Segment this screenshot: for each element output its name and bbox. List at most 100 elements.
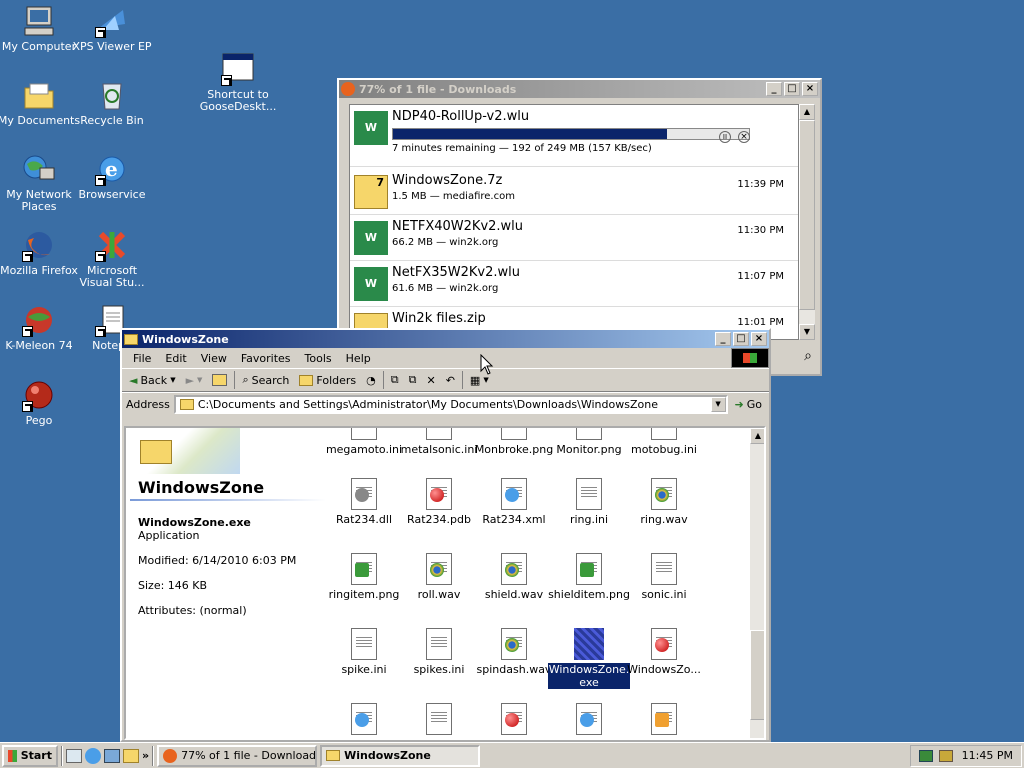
quick-launch-outlook[interactable] [104, 748, 120, 763]
desktop-icon-recycle-bin[interactable]: Recycle Bin [73, 78, 151, 127]
download-item[interactable]: 7 WindowsZone.7z 1.5 MB — mediafire.com 1… [350, 169, 798, 215]
file-item[interactable]: Monbroke.png [475, 428, 553, 456]
delete-button[interactable]: ✕ [423, 374, 438, 387]
menu-help[interactable]: Help [339, 352, 378, 365]
file-item[interactable] [401, 703, 477, 738]
download-item[interactable]: W NETFX40W2Kv2.wlu 66.2 MB — win2k.org 11… [350, 215, 798, 261]
move-to-button[interactable]: ⧉ [388, 373, 402, 387]
file-item[interactable]: roll.wav [401, 553, 477, 601]
file-item[interactable]: spikes.ini [401, 628, 477, 676]
menu-edit[interactable]: Edit [158, 352, 193, 365]
pause-button[interactable]: II [719, 131, 731, 143]
desktop-icon-browservice[interactable]: e Browservice [73, 152, 151, 201]
file-item[interactable]: metalsonic.ini [401, 428, 477, 456]
file-item[interactable]: ring.wav [626, 478, 702, 526]
go-button[interactable]: ➜ Go [732, 398, 765, 411]
pdb-file-icon [499, 703, 529, 735]
file-item[interactable]: shield.wav [476, 553, 552, 601]
tray-network-icon[interactable] [919, 749, 933, 762]
desktop-icon-pego[interactable]: Pego [0, 378, 78, 427]
file-item[interactable]: motobug.ini [626, 428, 702, 456]
file-item[interactable] [626, 703, 702, 738]
quick-launch-search[interactable] [123, 748, 139, 763]
close-button[interactable]: × [802, 82, 818, 96]
desktop-icon-xps-viewer[interactable]: XPS Viewer EP [72, 4, 152, 53]
search-icon[interactable]: ⌕ [804, 348, 812, 364]
desktop-icon-my-documents[interactable]: My Documents [0, 78, 80, 127]
file-item[interactable]: ring.ini [551, 478, 627, 526]
quick-launch-show-desktop[interactable] [66, 748, 82, 763]
forward-button[interactable]: ► ▼ [183, 374, 206, 387]
xps-viewer-icon [95, 4, 129, 38]
file-item[interactable]: Rat234.dll [326, 478, 402, 526]
menu-favorites[interactable]: Favorites [234, 352, 298, 365]
panel-folder-name: WindowsZone [138, 478, 265, 497]
file-item[interactable]: Rat234.pdb [401, 478, 477, 526]
dropdown-arrow-icon: ▼ [170, 376, 176, 384]
back-button[interactable]: ◄ Back ▼ [126, 374, 179, 387]
download-progress-bar [392, 128, 750, 140]
maximize-button[interactable]: □ [733, 332, 749, 346]
desktop-icon-firefox[interactable]: Mozilla Firefox [0, 228, 78, 277]
file-item[interactable]: spike.ini [326, 628, 402, 676]
quick-launch-ie[interactable] [85, 747, 101, 764]
menu-file[interactable]: File [126, 352, 158, 365]
up-folder-button[interactable] [209, 374, 230, 386]
scroll-up-button[interactable]: ▲ [750, 428, 764, 444]
download-item[interactable]: W NetFX35W2Kv2.wlu 61.6 MB — win2k.org 11… [350, 261, 798, 307]
scroll-up-button[interactable]: ▲ [799, 104, 815, 120]
copy-to-button[interactable]: ⧉ [406, 373, 420, 387]
menu-tools[interactable]: Tools [298, 352, 339, 365]
download-item-active[interactable]: W NDP40-RollUp-v2.wlu 7 minutes remainin… [350, 105, 798, 167]
file-item[interactable]: megamoto.ini [325, 428, 403, 456]
panel-modified: Modified: 6/14/2010 6:03 PM [138, 554, 297, 567]
start-button[interactable]: Start [2, 744, 58, 767]
taskbar-button-downloads[interactable]: 77% of 1 file - Downloads [157, 744, 318, 767]
move-to-icon: ⧉ [390, 373, 399, 386]
address-dropdown-button[interactable]: ▼ [710, 397, 726, 412]
taskbar-button-windowszone[interactable]: WindowsZone [320, 744, 481, 767]
close-button[interactable]: × [751, 332, 767, 346]
file-item[interactable]: spindash.wav [476, 628, 552, 676]
file-item[interactable] [476, 703, 552, 738]
explorer-titlebar[interactable]: WindowsZone _ □ × [122, 330, 769, 348]
scroll-down-button[interactable]: ▼ [799, 324, 815, 340]
file-item[interactable] [551, 703, 627, 738]
maximize-button[interactable]: □ [784, 82, 800, 96]
file-label: megamoto.ini [325, 443, 403, 456]
file-item[interactable] [326, 703, 402, 738]
file-item[interactable]: ringitem.png [326, 553, 402, 601]
minimize-button[interactable]: _ [715, 332, 731, 346]
desktop-icon-goose-shortcut[interactable]: Shortcut to GooseDeskt... [199, 52, 277, 113]
file-item[interactable]: shielditem.png [548, 553, 630, 601]
downloads-scrollbar[interactable]: ▲ ▼ [799, 104, 815, 340]
minimize-button[interactable]: _ [766, 82, 782, 96]
file-item[interactable]: WindowsZo... [626, 628, 702, 676]
history-button[interactable]: ◔ [363, 374, 379, 387]
menu-view[interactable]: View [194, 352, 234, 365]
panel-attributes: Attributes: (normal) [138, 604, 247, 617]
desktop-icon-k-meleon[interactable]: K-Meleon 74 [0, 303, 78, 352]
scroll-thumb[interactable] [799, 120, 815, 310]
scroll-thumb[interactable] [750, 630, 764, 720]
file-item[interactable]: Monitor.png [551, 428, 627, 456]
exe-file-icon [574, 628, 604, 660]
search-button[interactable]: ⌕ Search [239, 373, 292, 387]
undo-button[interactable]: ↶ [443, 374, 458, 387]
desktop-icon-network-places[interactable]: My Network Places [0, 152, 78, 213]
downloads-titlebar[interactable]: 77% of 1 file - Downloads _ □ × [339, 80, 820, 98]
file-item[interactable]: Rat234.xml [476, 478, 552, 526]
cancel-download-button[interactable]: × [738, 131, 750, 143]
file-item[interactable]: sonic.ini [626, 553, 702, 601]
file-label: motobug.ini [630, 443, 697, 456]
desktop-icon-my-computer[interactable]: My Computer [0, 4, 78, 53]
desktop-icon-visual-studio[interactable]: Microsoft Visual Stu... [73, 228, 151, 289]
folders-button[interactable]: Folders [296, 374, 359, 387]
explorer-scrollbar[interactable]: ▲ [750, 428, 764, 738]
tray-volume-icon[interactable] [939, 749, 953, 762]
quick-launch-more-chevron[interactable]: » [142, 749, 149, 762]
magnifier-icon: ⌕ [242, 373, 249, 386]
address-field[interactable]: C:\Documents and Settings\Administrator\… [173, 395, 728, 414]
png-file-icon [574, 553, 604, 585]
file-item[interactable]: WindowsZone. exe [547, 628, 631, 689]
